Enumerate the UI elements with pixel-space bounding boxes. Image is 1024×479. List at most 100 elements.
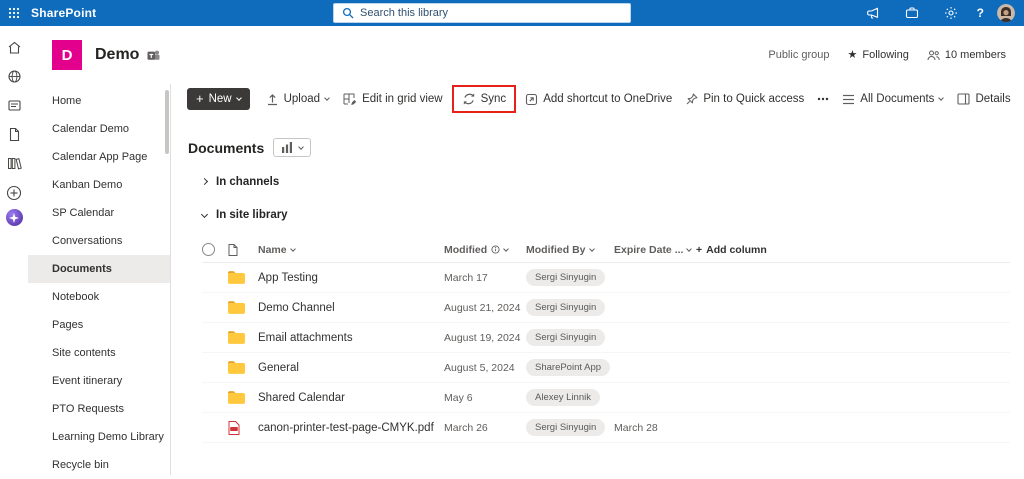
settings-gear-icon: [944, 6, 958, 20]
sidebar-item-documents[interactable]: Documents: [28, 255, 170, 283]
sidebar-item-pto-requests[interactable]: PTO Requests: [28, 395, 170, 423]
section-in-site-library[interactable]: In site library: [198, 207, 292, 223]
column-header-expire-date[interactable]: Expire Date ...: [614, 244, 696, 256]
sidebar-nav: Home Calendar Demo Calendar App Page Kan…: [28, 84, 171, 475]
sync-button[interactable]: Sync: [455, 87, 514, 111]
briefcase-button[interactable]: [899, 1, 925, 25]
site-logo[interactable]: D: [52, 40, 82, 70]
search-box[interactable]: [333, 3, 631, 23]
modified-date: May 6: [444, 392, 526, 404]
appbar-lists-button[interactable]: [7, 156, 22, 171]
modified-date: March 17: [444, 272, 526, 284]
announcements-button[interactable]: [860, 1, 886, 25]
new-button[interactable]: + New: [187, 88, 250, 110]
select-all-checkbox[interactable]: [202, 243, 215, 256]
sidebar-item-learning-demo-library[interactable]: Learning Demo Library: [28, 423, 170, 451]
appbar-sites-button[interactable]: [7, 69, 22, 84]
app-title: SharePoint: [31, 6, 96, 20]
modified-by-badge[interactable]: Sergi Sinyugin: [526, 419, 605, 436]
library-title-row: Documents: [188, 138, 1024, 157]
plus-icon: +: [196, 92, 204, 105]
people-icon: [927, 50, 940, 61]
grid-edit-icon: [343, 93, 357, 106]
file-name: General: [258, 362, 444, 374]
suite-bar: SharePoint ?: [0, 0, 1024, 26]
folder-icon: [228, 391, 245, 404]
plus-icon: +: [696, 244, 702, 256]
sidebar-item-event-itinerary[interactable]: Event itinerary: [28, 367, 170, 395]
details-pane-button[interactable]: Details: [950, 88, 1017, 110]
news-icon: [7, 98, 22, 113]
channel-view-switcher[interactable]: [273, 138, 311, 157]
briefcase-icon: [905, 6, 919, 20]
chevron-down-icon: [290, 246, 296, 252]
file-name: Email attachments: [258, 332, 444, 344]
table-row[interactable]: canon-printer-test-page-CMYK.pdf March 2…: [202, 413, 1010, 443]
copilot-button[interactable]: [6, 209, 23, 226]
pdf-file-icon: [228, 421, 240, 435]
app-launcher-button[interactable]: [0, 0, 28, 26]
sidebar-scrollbar[interactable]: [165, 90, 169, 154]
ellipsis-icon: [817, 97, 829, 101]
add-column-button[interactable]: +Add column: [696, 244, 806, 256]
teams-icon: [147, 49, 160, 62]
details-pane-icon: [957, 93, 970, 105]
suite-bar-actions: ?: [860, 0, 1024, 26]
upload-button[interactable]: Upload: [259, 88, 336, 111]
globe-icon: [7, 69, 22, 84]
sidebar-item-home[interactable]: Home: [28, 87, 170, 115]
modified-by-badge[interactable]: Sergi Sinyugin: [526, 269, 605, 286]
privacy-label: Public group: [768, 49, 829, 61]
star-icon: ★: [848, 50, 858, 61]
pin-quick-access-button[interactable]: Pin to Quick access: [679, 88, 811, 111]
add-shortcut-onedrive-button[interactable]: Add shortcut to OneDrive: [518, 88, 679, 111]
column-header-modified-by[interactable]: Modified By: [526, 244, 614, 256]
appbar-files-button[interactable]: [7, 127, 22, 142]
filter-button[interactable]: [1018, 88, 1024, 110]
waffle-icon: [8, 7, 20, 19]
following-button[interactable]: ★ Following: [848, 49, 909, 61]
sidebar-item-conversations[interactable]: Conversations: [28, 227, 170, 255]
modified-by-badge[interactable]: Sergi Sinyugin: [526, 299, 605, 316]
sidebar-item-site-contents[interactable]: Site contents: [28, 339, 170, 367]
list-view-icon: [842, 94, 855, 105]
section-in-channels[interactable]: In channels: [198, 174, 283, 190]
sidebar-item-pages[interactable]: Pages: [28, 311, 170, 339]
sidebar-item-calendar-demo[interactable]: Calendar Demo: [28, 115, 170, 143]
avatar[interactable]: [997, 4, 1015, 22]
help-button[interactable]: ?: [977, 7, 984, 19]
sidebar-item-sp-calendar[interactable]: SP Calendar: [28, 199, 170, 227]
pin-icon: [686, 93, 698, 106]
modified-by-badge[interactable]: Alexey Linnik: [526, 389, 600, 406]
search-input[interactable]: [360, 7, 622, 19]
view-selector-button[interactable]: All Documents: [835, 88, 950, 110]
modified-date: August 5, 2024: [444, 362, 526, 374]
info-icon: [491, 245, 500, 254]
appbar-home-button[interactable]: [7, 40, 22, 55]
members-button[interactable]: 10 members: [927, 49, 1006, 61]
table-row[interactable]: Shared Calendar May 6 Alexey Linnik: [202, 383, 1010, 413]
file-name: canon-printer-test-page-CMYK.pdf: [258, 422, 444, 434]
chevron-down-icon: [503, 246, 509, 252]
file-name: Demo Channel: [258, 302, 444, 314]
more-commands-button[interactable]: [811, 92, 835, 106]
sidebar-item-notebook[interactable]: Notebook: [28, 283, 170, 311]
sidebar-item-calendar-app-page[interactable]: Calendar App Page: [28, 143, 170, 171]
table-row[interactable]: App Testing March 17 Sergi Sinyugin: [202, 263, 1010, 293]
table-row[interactable]: General August 5, 2024 SharePoint App: [202, 353, 1010, 383]
appbar-news-button[interactable]: [7, 98, 22, 113]
modified-by-badge[interactable]: Sergi Sinyugin: [526, 329, 605, 346]
settings-button[interactable]: [938, 1, 964, 25]
edit-grid-view-button[interactable]: Edit in grid view: [336, 88, 450, 111]
table-row[interactable]: Email attachments August 19, 2024 Sergi …: [202, 323, 1010, 353]
site-title[interactable]: Demo: [95, 46, 139, 64]
library-title: Documents: [188, 140, 264, 156]
column-header-modified[interactable]: Modified: [444, 244, 526, 256]
documents-table: Name Modified Modified By Expire Date ..…: [202, 237, 1010, 443]
column-header-name[interactable]: Name: [258, 244, 444, 256]
table-row[interactable]: Demo Channel August 21, 2024 Sergi Sinyu…: [202, 293, 1010, 323]
modified-by-badge[interactable]: SharePoint App: [526, 359, 610, 376]
sidebar-item-kanban-demo[interactable]: Kanban Demo: [28, 171, 170, 199]
appbar-create-button[interactable]: [6, 185, 22, 201]
sync-annotation-box: Sync: [452, 85, 517, 113]
